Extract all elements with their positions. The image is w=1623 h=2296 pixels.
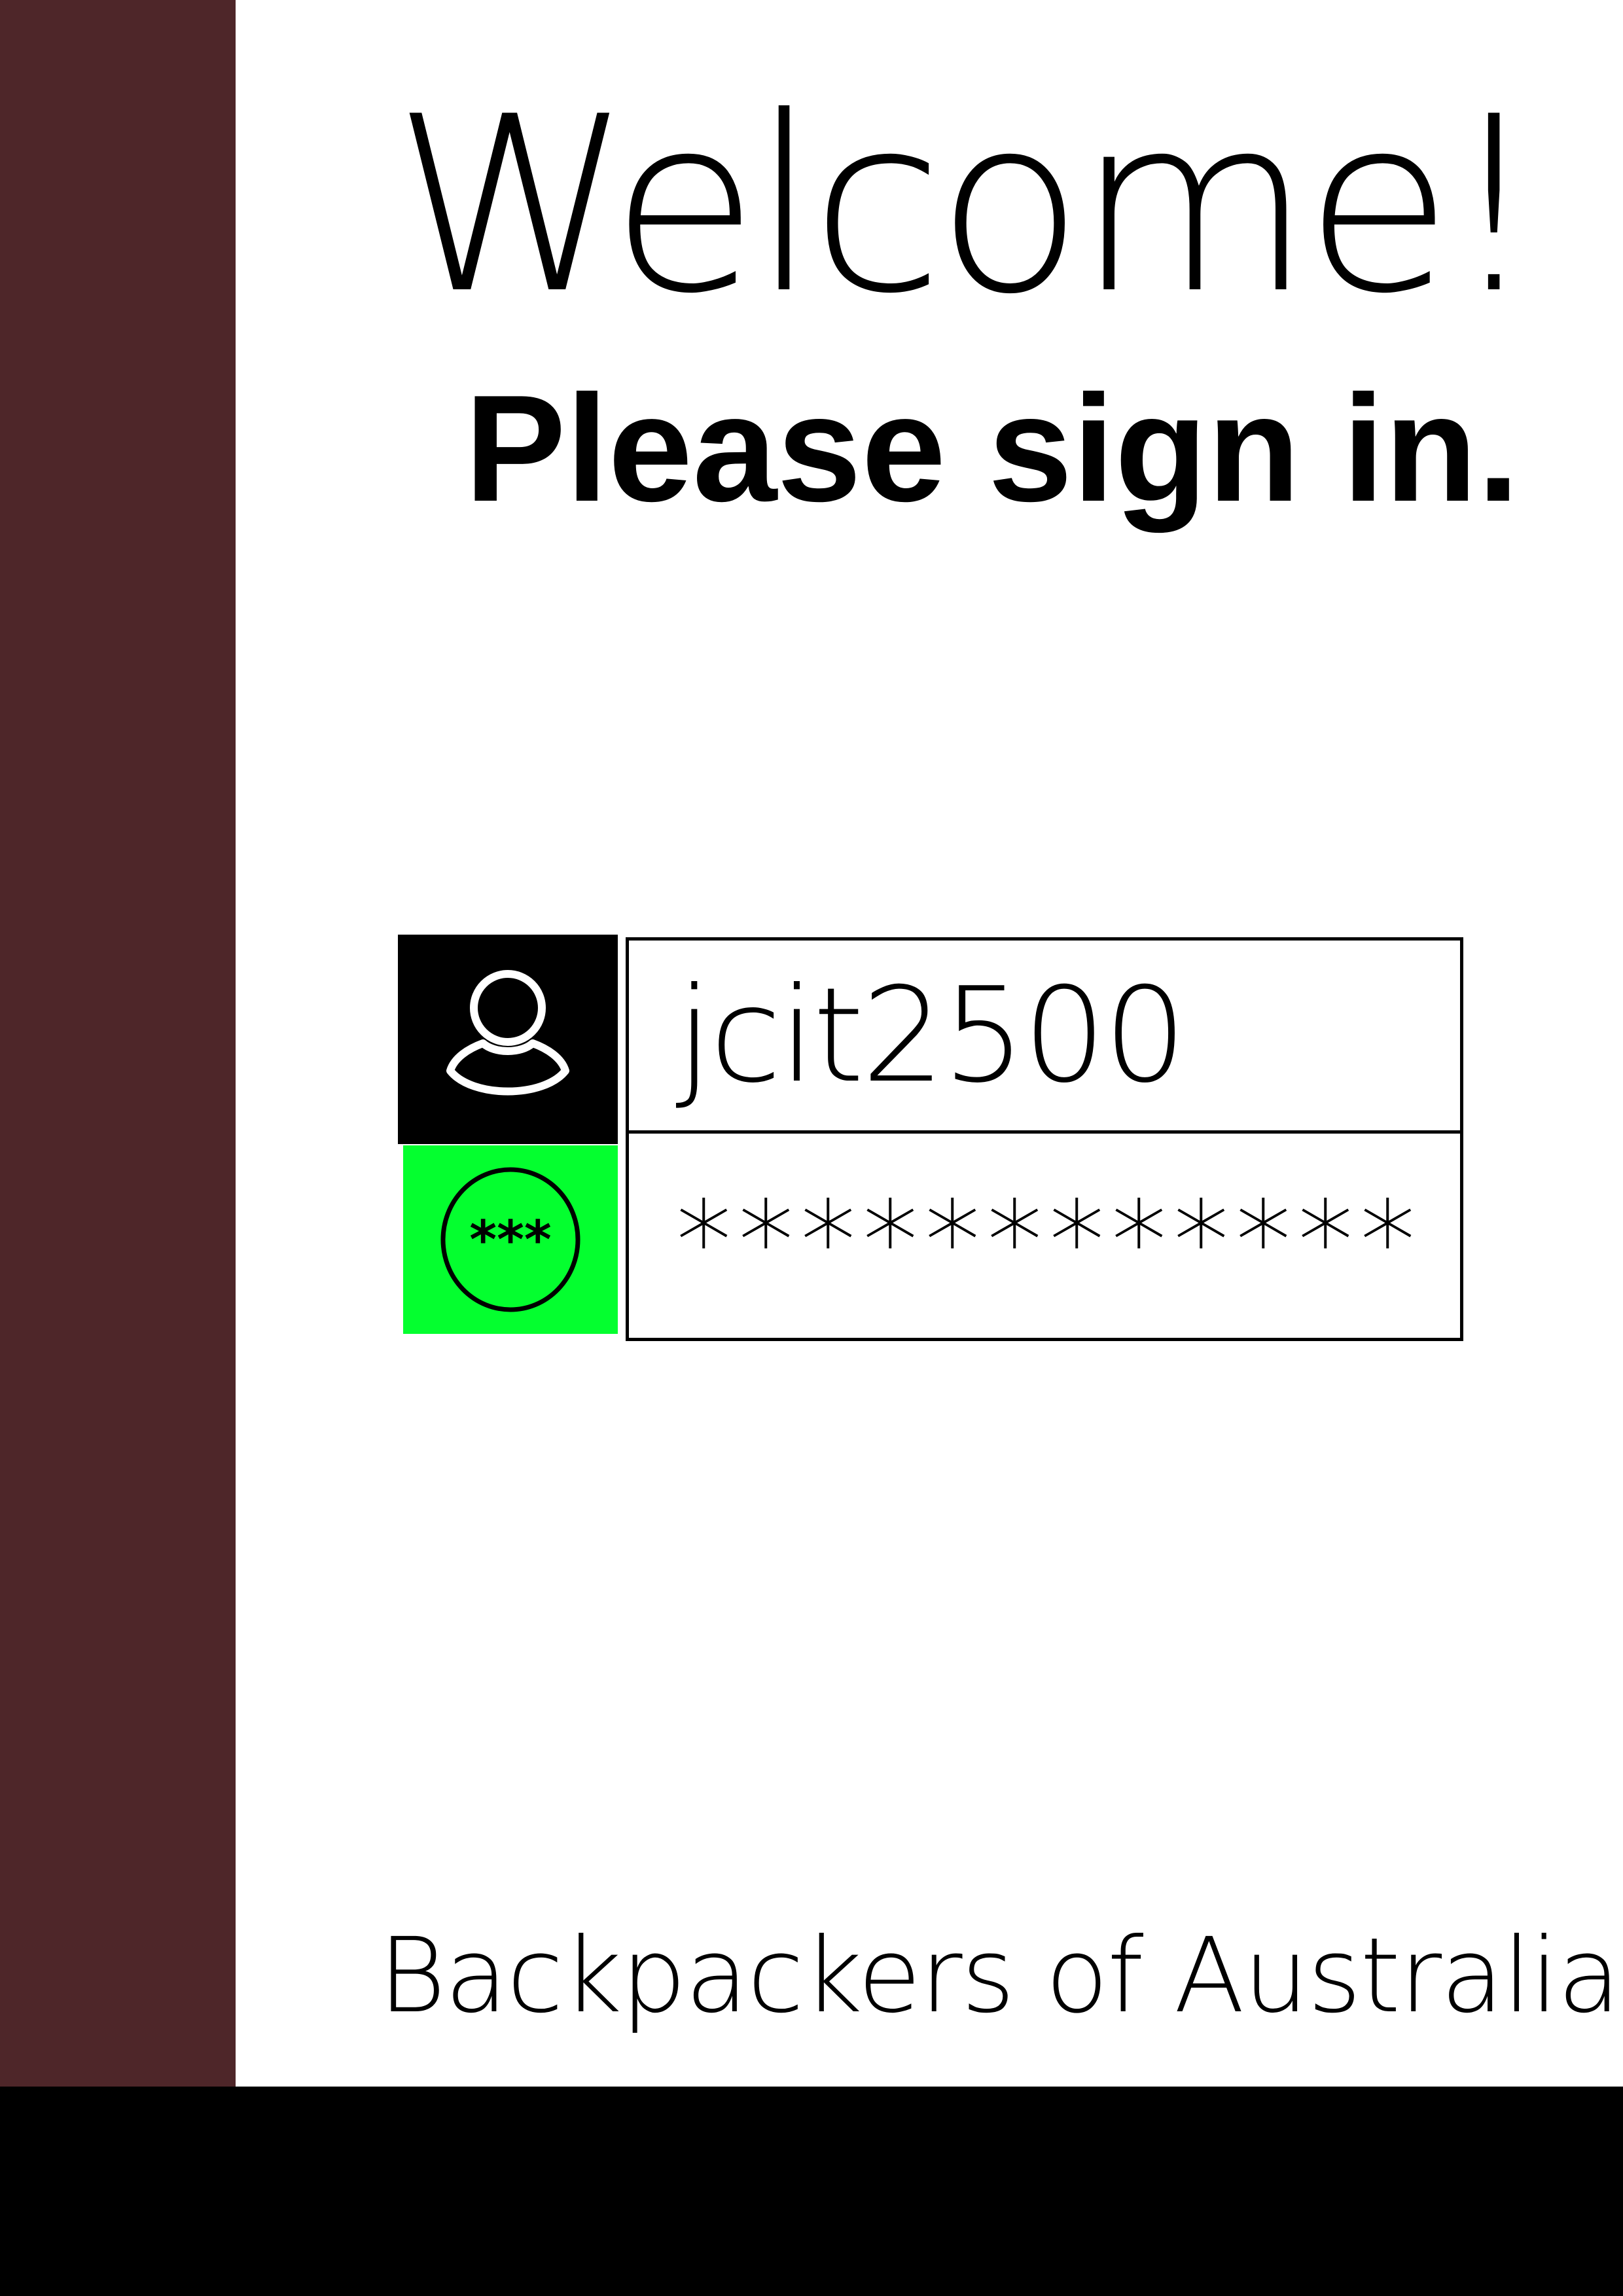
password-icon-box: *** [403, 1145, 618, 1334]
password-icon: *** [440, 1167, 580, 1312]
svg-text:***: *** [469, 1210, 552, 1270]
page-subtitle: Please sign in. [465, 364, 1520, 533]
organization-name: Backpackers of Australia [378, 1916, 1621, 2036]
username-input[interactable] [626, 937, 1463, 1134]
page-title: Welcome! [393, 65, 1543, 347]
footer-bar [0, 2087, 1623, 2296]
user-icon [446, 970, 569, 1096]
username-icon-box [398, 935, 618, 1144]
left-sidebar-bar [0, 0, 236, 2087]
password-input[interactable]: ************ [626, 1130, 1463, 1341]
